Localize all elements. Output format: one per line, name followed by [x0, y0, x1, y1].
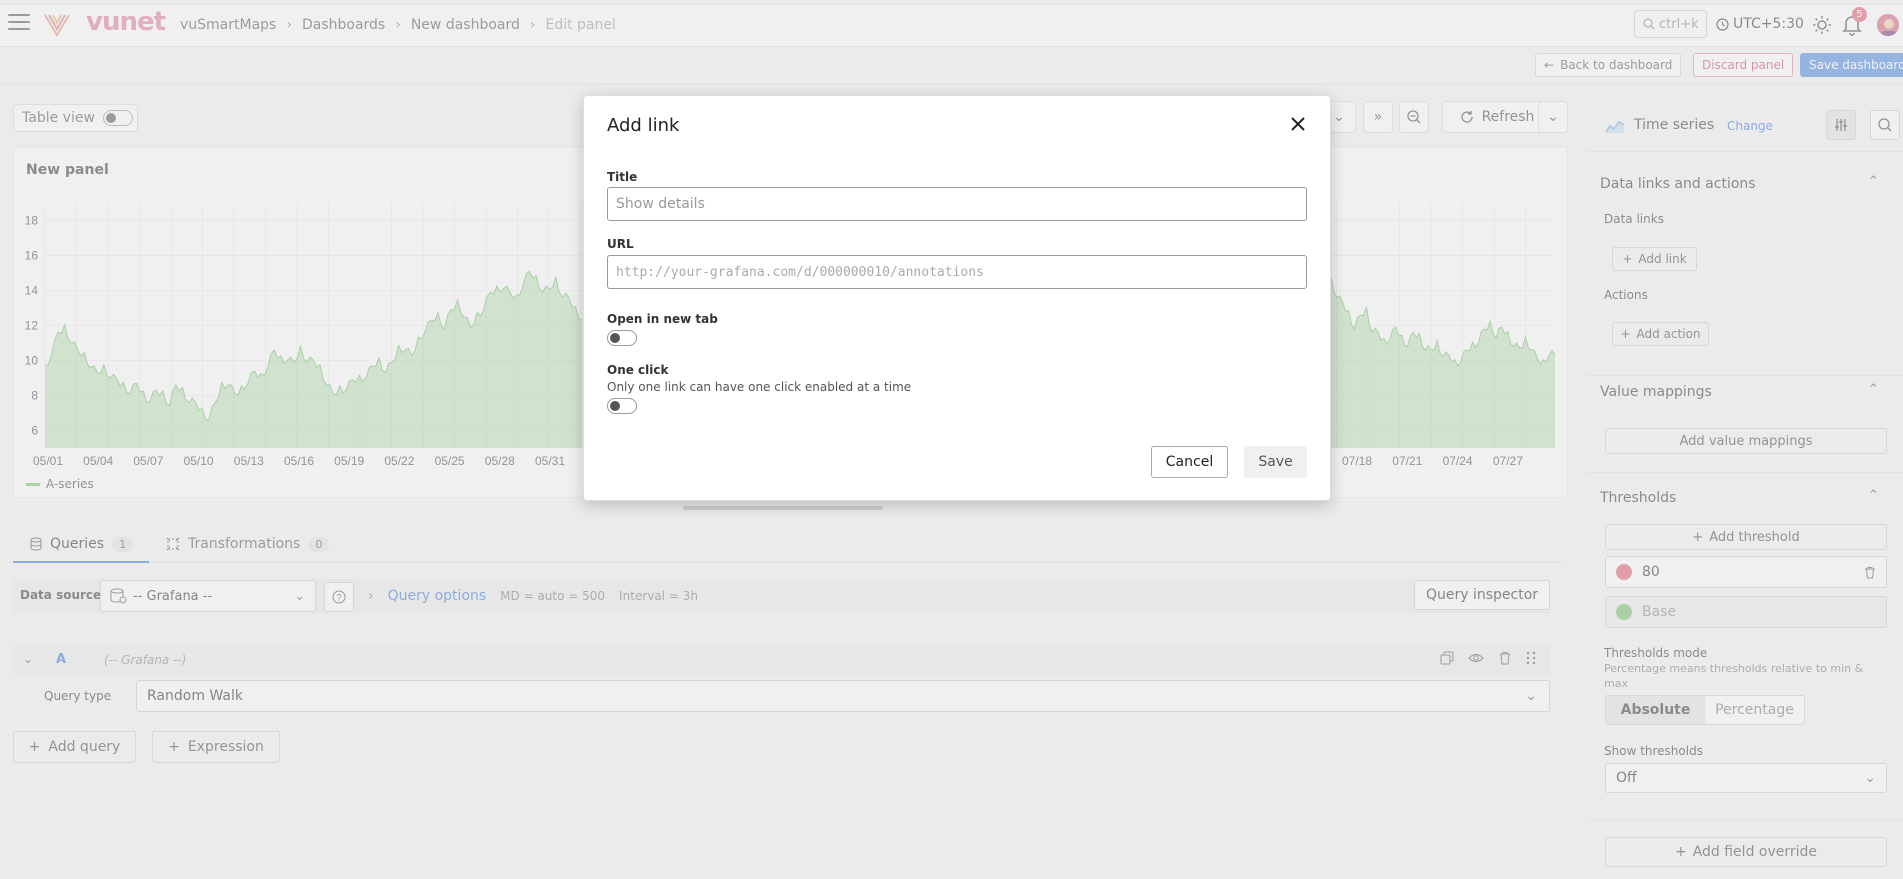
toggle-switch[interactable] [607, 398, 637, 414]
title-input[interactable]: Show details [607, 187, 1307, 221]
one-click-description: Only one link can have one click enabled… [607, 380, 912, 394]
add-link-dialog [583, 95, 1331, 501]
url-input-placeholder: http://your-grafana.com/d/000000010/anno… [616, 264, 984, 280]
save-button[interactable]: Save [1244, 446, 1307, 478]
toggle-switch[interactable] [607, 330, 637, 346]
dialog-title: Add link [607, 115, 680, 136]
url-field-label: URL [607, 237, 634, 251]
url-input[interactable]: http://your-grafana.com/d/000000010/anno… [607, 255, 1307, 289]
title-input-placeholder: Show details [616, 196, 705, 212]
cancel-button[interactable]: Cancel [1151, 446, 1228, 478]
close-icon[interactable] [1287, 113, 1309, 135]
title-field-label: Title [607, 170, 638, 184]
one-click-toggle[interactable] [607, 398, 638, 414]
one-click-label: One click [607, 363, 669, 377]
open-new-tab-label: Open in new tab [607, 312, 718, 326]
open-new-tab-toggle[interactable] [607, 330, 638, 346]
